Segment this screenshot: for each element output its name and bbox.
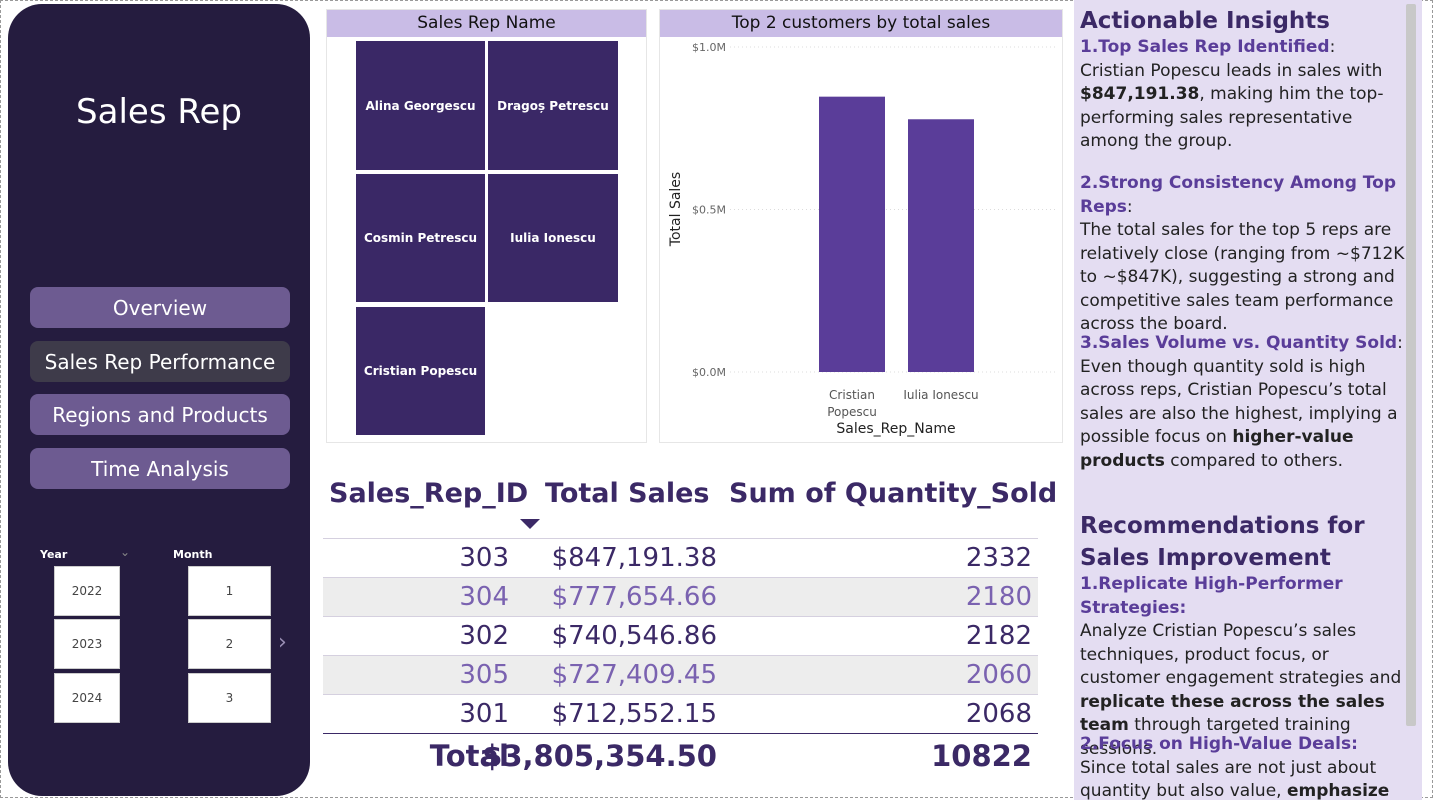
cell-sales-rep-id: 304 — [459, 582, 509, 612]
cell-sales-rep-id: 302 — [459, 621, 509, 651]
table-row[interactable]: 303 $847,191.38 2332 — [323, 538, 1038, 578]
recommendation-2: 2.Focus on High-Value Deals: Since total… — [1080, 733, 1410, 800]
cell-total-sales: $712,552.15 — [551, 699, 717, 729]
chart-title: Top 2 customers by total sales — [660, 10, 1062, 37]
y-tick-label: $1.0M — [692, 41, 726, 54]
insight-1-text: Cristian Popescu leads in sales with — [1080, 60, 1383, 81]
year-slicer-label: Year — [40, 548, 68, 561]
month-slicer-label: Month — [173, 548, 213, 561]
insights-panel: Actionable Insights 1.Top Sales Rep Iden… — [1074, 0, 1422, 800]
cell-total-sales: $727,409.45 — [551, 660, 717, 690]
cell-quantity-sold: 2182 — [965, 621, 1032, 651]
insight-2: 2.Strong Consistency Among Top Reps: The… — [1080, 173, 1405, 334]
month-option[interactable]: 1 — [188, 566, 271, 616]
bar — [908, 119, 974, 372]
cell-sales-rep-id: 301 — [459, 699, 509, 729]
insight-2-text: The total sales for the top 5 reps are r… — [1080, 220, 1405, 334]
table-header-sales-rep-id[interactable]: Sales_Rep_ID — [329, 478, 528, 509]
nav-sales-rep-performance-button[interactable]: Sales Rep Performance — [30, 341, 290, 382]
nav-time-analysis-button[interactable]: Time Analysis — [30, 448, 290, 489]
table-row[interactable]: 304 $777,654.66 2180 — [323, 577, 1038, 617]
cell-total-sales: $740,546.86 — [551, 621, 717, 651]
bar-chart: $0.0M $0.5M $1.0M Cristian Popescu Iulia Ione… — [668, 41, 1058, 437]
cell-quantity-sold: 2068 — [965, 699, 1032, 729]
cell-total-sales: $777,654.66 — [551, 582, 717, 612]
insight-1-title: 1.Top Sales Rep Identified — [1080, 37, 1330, 57]
cell-sales-rep-id: 305 — [459, 660, 509, 690]
table-row[interactable]: 302 $740,546.86 2182 — [323, 616, 1038, 656]
insight-3-title: 3.Sales Volume vs. Quantity Sold — [1080, 333, 1398, 353]
cell-total-sales: $847,191.38 — [551, 543, 717, 573]
nav-regions-products-button[interactable]: Regions and Products — [30, 394, 290, 435]
cell-quantity-sold: 2332 — [965, 543, 1032, 573]
x-tick-label: Popescu — [827, 405, 877, 419]
insight-2-title: 2.Strong Consistency Among Top Reps — [1080, 173, 1396, 217]
y-tick-label: $0.0M — [692, 366, 726, 379]
bar — [819, 96, 885, 373]
insight-1: 1.Top Sales Rep Identified: Cristian Pop… — [1080, 37, 1384, 151]
treemap-tile[interactable]: Dragoș Petrescu — [488, 41, 618, 170]
table-total-row: Total $3,805,354.50 10822 — [323, 733, 1038, 784]
table-header-quantity-sold[interactable]: Sum of Quantity_Sold — [729, 478, 1057, 509]
cell-sales-rep-id: 303 — [459, 543, 509, 573]
x-axis-label: Sales_Rep_Name — [836, 421, 955, 437]
insight-3: 3.Sales Volume vs. Quantity Sold: Even t… — [1080, 333, 1403, 471]
insight-3-text-end: compared to others. — [1164, 450, 1344, 471]
total-sales-value: $3,805,354.50 — [482, 739, 717, 773]
y-axis-label: Total Sales — [668, 172, 684, 247]
table-header-total-sales[interactable]: Total Sales — [545, 478, 709, 509]
treemap-tile[interactable]: Cosmin Petrescu — [356, 174, 485, 302]
nav-overview-button[interactable]: Overview — [30, 287, 290, 328]
total-quantity-value: 10822 — [931, 739, 1032, 773]
insights-scrollbar[interactable] — [1406, 4, 1416, 726]
sidebar-title: Sales Rep — [76, 92, 242, 132]
recommendation-1-title: 1.Replicate High-Performer Strategies: — [1080, 574, 1343, 618]
treemap-tile[interactable]: Alina Georgescu — [356, 41, 485, 170]
sidebar: Sales Rep Overview Sales Rep Performance… — [8, 4, 310, 796]
table-row[interactable]: 301 $712,552.15 2068 — [323, 694, 1038, 734]
recommendation-2-title: 2.Focus on High-Value Deals: — [1080, 734, 1358, 754]
y-tick-label: $0.5M — [692, 204, 726, 217]
cell-quantity-sold: 2060 — [965, 660, 1032, 690]
treemap-panel: Sales Rep Name Alina Georgescu Dragoș Pe… — [326, 9, 647, 443]
table-row[interactable]: 305 $727,409.45 2060 — [323, 655, 1038, 695]
bar-chart-panel: Top 2 customers by total sales $0.0M $0.5… — [659, 9, 1063, 443]
year-option[interactable]: 2022 — [54, 566, 120, 616]
chevron-down-icon[interactable]: ⌄ — [120, 545, 130, 559]
insights-heading: Actionable Insights — [1080, 8, 1330, 34]
treemap-tile[interactable]: Iulia Ionescu — [488, 174, 618, 302]
x-tick-label: Iulia Ionescu — [903, 388, 978, 402]
insight-1-bold: $847,191.38 — [1080, 84, 1200, 104]
recommendations-heading: Recommendations for Sales Improvement — [1080, 513, 1365, 571]
treemap-tile[interactable]: Cristian Popescu — [356, 307, 485, 435]
cell-quantity-sold: 2180 — [965, 582, 1032, 612]
sort-desc-icon[interactable] — [520, 519, 540, 529]
chevron-right-icon[interactable]: › — [278, 630, 287, 655]
x-tick-label: Cristian — [829, 388, 875, 402]
recommendation-2-bold: emphasize — [1286, 781, 1390, 800]
month-option[interactable]: 2 — [188, 619, 271, 669]
month-option[interactable]: 3 — [188, 673, 271, 723]
recommendation-1-text: Analyze Cristian Popescu’s sales techniq… — [1080, 621, 1402, 688]
year-option[interactable]: 2024 — [54, 673, 120, 723]
treemap-title: Sales Rep Name — [327, 10, 646, 37]
year-option[interactable]: 2023 — [54, 619, 120, 669]
